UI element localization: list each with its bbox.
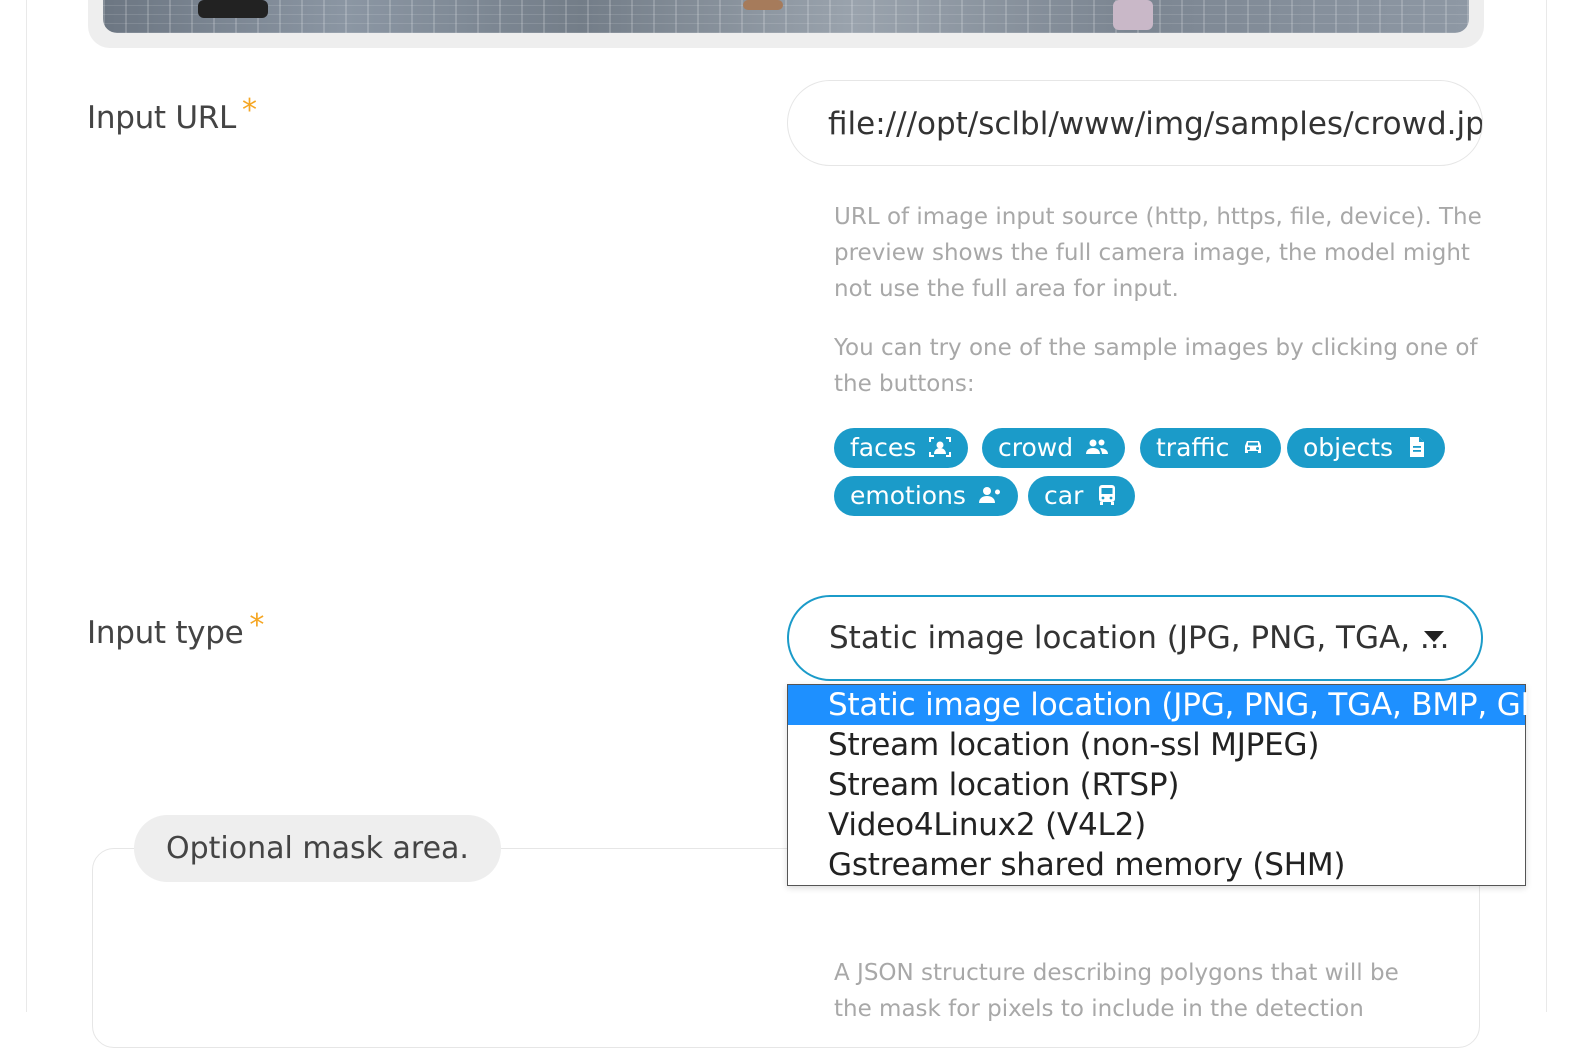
portrait-icon — [929, 437, 952, 457]
preview-figure-dark — [198, 0, 268, 18]
mask-area-help-text: A JSON structure describing polygons tha… — [834, 960, 1399, 1022]
sample-button-objects-label: objects — [1303, 433, 1394, 462]
input-url-label-text: Input URL — [87, 100, 236, 136]
car-icon — [1245, 441, 1262, 453]
sample-images-help-text: You can try one of the sample images by … — [834, 335, 1478, 397]
input-type-select[interactable]: Static image location (JPG, PNG, TGA, ..… — [787, 595, 1483, 681]
input-type-options-list: Static image location (JPG, PNG, TGA, BM… — [787, 684, 1559, 886]
option-static-image[interactable]: Static image location (JPG, PNG, TGA, BM… — [788, 685, 1559, 725]
sample-button-faces-label: faces — [850, 433, 917, 462]
input-url-field[interactable]: file:///opt/sclbl/www/img/samples/crowd.… — [787, 80, 1483, 166]
preview-figure-brown — [743, 0, 783, 10]
input-type-label-text: Input type — [87, 615, 244, 651]
input-type-label: Input type * — [87, 608, 264, 651]
option-stream-mjpeg[interactable]: Stream location (non-ssl MJPEG) — [788, 725, 1525, 765]
sample-button-objects[interactable]: objects — [1287, 428, 1446, 468]
input-url-help-text: URL of image input source (http, https, … — [834, 204, 1482, 302]
user-tag-icon — [978, 487, 1000, 503]
sample-button-emotions-label: emotions — [850, 481, 966, 510]
input-url-label: Input URL * — [87, 93, 257, 136]
sample-button-car[interactable]: car — [1028, 476, 1136, 516]
sample-button-car-label: car — [1044, 481, 1084, 510]
sample-button-traffic-label: traffic — [1156, 433, 1230, 462]
option-gstreamer-shm[interactable]: Gstreamer shared memory (SHM) — [788, 845, 1525, 885]
sample-button-crowd[interactable]: crowd — [982, 428, 1126, 468]
mask-area-legend: Optional mask area. — [134, 815, 501, 882]
sample-button-emotions[interactable]: emotions — [834, 476, 1018, 516]
option-stream-rtsp[interactable]: Stream location (RTSP) — [788, 765, 1525, 805]
users-icon — [1086, 439, 1109, 454]
preview-figure-light — [1113, 0, 1153, 30]
sample-button-crowd-label: crowd — [998, 433, 1074, 462]
camera-preview-image — [103, 0, 1469, 33]
file-icon — [1410, 437, 1425, 457]
sample-button-faces[interactable]: faces — [834, 428, 969, 468]
required-asterisk: * — [241, 93, 257, 128]
chevron-down-icon[interactable] — [1424, 631, 1444, 642]
required-asterisk: * — [249, 608, 265, 643]
bus-icon — [1099, 485, 1116, 505]
sample-button-traffic[interactable]: traffic — [1140, 428, 1282, 468]
option-v4l2[interactable]: Video4Linux2 (V4L2) — [788, 805, 1525, 845]
